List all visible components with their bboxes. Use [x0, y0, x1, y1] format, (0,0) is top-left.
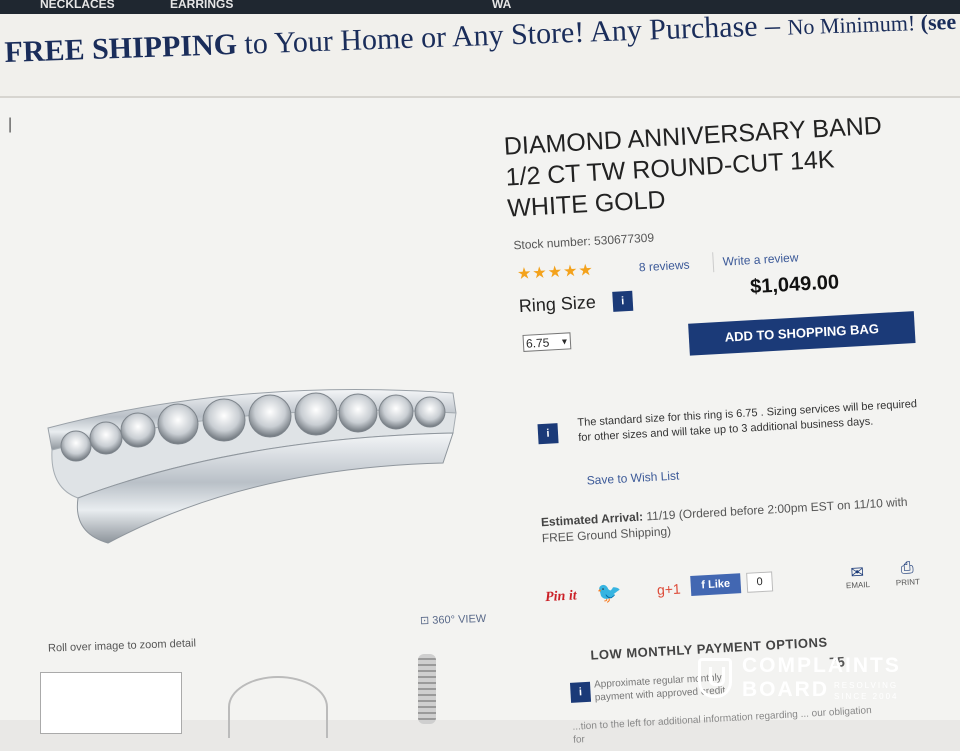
- promo-bold: FREE SHIPPING: [4, 27, 238, 69]
- product-title: DIAMOND ANNIVERSARY BAND 1/2 CT TW ROUND…: [503, 111, 883, 223]
- nav-item-earrings[interactable]: EARRINGS: [170, 0, 233, 11]
- ring-size-label: Ring Size: [518, 291, 597, 317]
- pinterest-button[interactable]: Pin it: [545, 588, 577, 606]
- text-cursor: |: [8, 116, 13, 133]
- shield-icon: [698, 658, 732, 698]
- product-price: $1,049.00: [749, 271, 840, 299]
- view-360-label: 360° VIEW: [432, 612, 487, 627]
- nav-item-partial[interactable]: WA: [492, 0, 511, 11]
- nav-item-necklaces[interactable]: NECKLACES: [40, 0, 115, 11]
- sizing-notice: The standard size for this ring is 6.75 …: [577, 398, 918, 445]
- ring-size-select[interactable]: 6.75 ▾: [522, 332, 572, 352]
- add-to-shopping-bag-button[interactable]: ADD TO SHOPPING BAG: [688, 311, 916, 356]
- divider: [712, 252, 715, 273]
- chevron-down-icon: ▾: [561, 336, 568, 348]
- printer-icon: ⎙: [900, 559, 914, 578]
- reviews-link[interactable]: 8 reviews: [639, 258, 690, 275]
- view-360-button[interactable]: ⊡ 360° VIEW: [420, 612, 487, 627]
- watermark-tag2: SINCE 2004: [834, 692, 899, 701]
- facebook-like-label: Like: [707, 577, 731, 592]
- ring-size-info-icon[interactable]: i: [612, 290, 634, 312]
- save-to-wish-list-link[interactable]: Save to Wish List: [586, 468, 679, 487]
- product-image[interactable]: [38, 338, 458, 553]
- promo-banner: FREE SHIPPING to Your Home or Any Store!…: [0, 9, 960, 98]
- watermark-line2: BOARD: [742, 678, 829, 701]
- promo-rest: to Your Home or Any Store! Any Purchase …: [236, 8, 789, 61]
- email-label: EMAIL: [845, 579, 871, 591]
- share-bar: Pin it 🐦 g+1 f Like 0 ✉ EMAIL ⎙ PRINT: [544, 558, 946, 620]
- thumbnail-1[interactable]: [40, 672, 182, 734]
- payment-info-icon: i: [569, 681, 592, 703]
- promo-see-details-link[interactable]: (see: [920, 9, 956, 35]
- write-review-link[interactable]: Write a review: [722, 250, 798, 268]
- thumbnail-2[interactable]: [228, 676, 328, 738]
- estimated-arrival: Estimated Arrival: 11/19 (Ordered before…: [541, 492, 932, 546]
- complaints-board-watermark: COMPLAINTS BOARD RESOLVING SINCE 2004: [698, 654, 920, 706]
- sizing-info-icon: i: [537, 423, 559, 445]
- print-button[interactable]: ⎙ PRINT: [890, 559, 925, 588]
- product-details-panel: DIAMOND ANNIVERSARY BAND 1/2 CT TW ROUND…: [498, 89, 953, 751]
- facebook-like-count: 0: [746, 571, 774, 593]
- email-button[interactable]: ✉ EMAIL: [840, 562, 875, 591]
- envelope-icon: ✉: [850, 564, 865, 583]
- payment-note: ...tion to the left for additional infor…: [572, 705, 872, 746]
- print-label: PRINT: [895, 577, 921, 588]
- star-rating: ★★★★★: [516, 261, 595, 284]
- ring-size-value: 6.75: [525, 335, 550, 351]
- promo-minimum: No Minimum!: [787, 10, 922, 40]
- watermark-tag1: RESOLVING: [834, 681, 899, 690]
- watermark-tagline: RESOLVING SINCE 2004: [834, 680, 898, 702]
- watermark-line1: COMPLAINTS: [742, 654, 901, 677]
- zoom-hint: Roll over image to zoom detail: [47, 637, 197, 655]
- stock-number: Stock number: 530677309: [513, 230, 655, 253]
- facebook-like-button[interactable]: f Like: [690, 573, 742, 596]
- google-plus-button[interactable]: g+1: [656, 581, 681, 598]
- twitter-icon[interactable]: 🐦: [596, 580, 622, 606]
- thumbnail-3[interactable]: [418, 654, 436, 724]
